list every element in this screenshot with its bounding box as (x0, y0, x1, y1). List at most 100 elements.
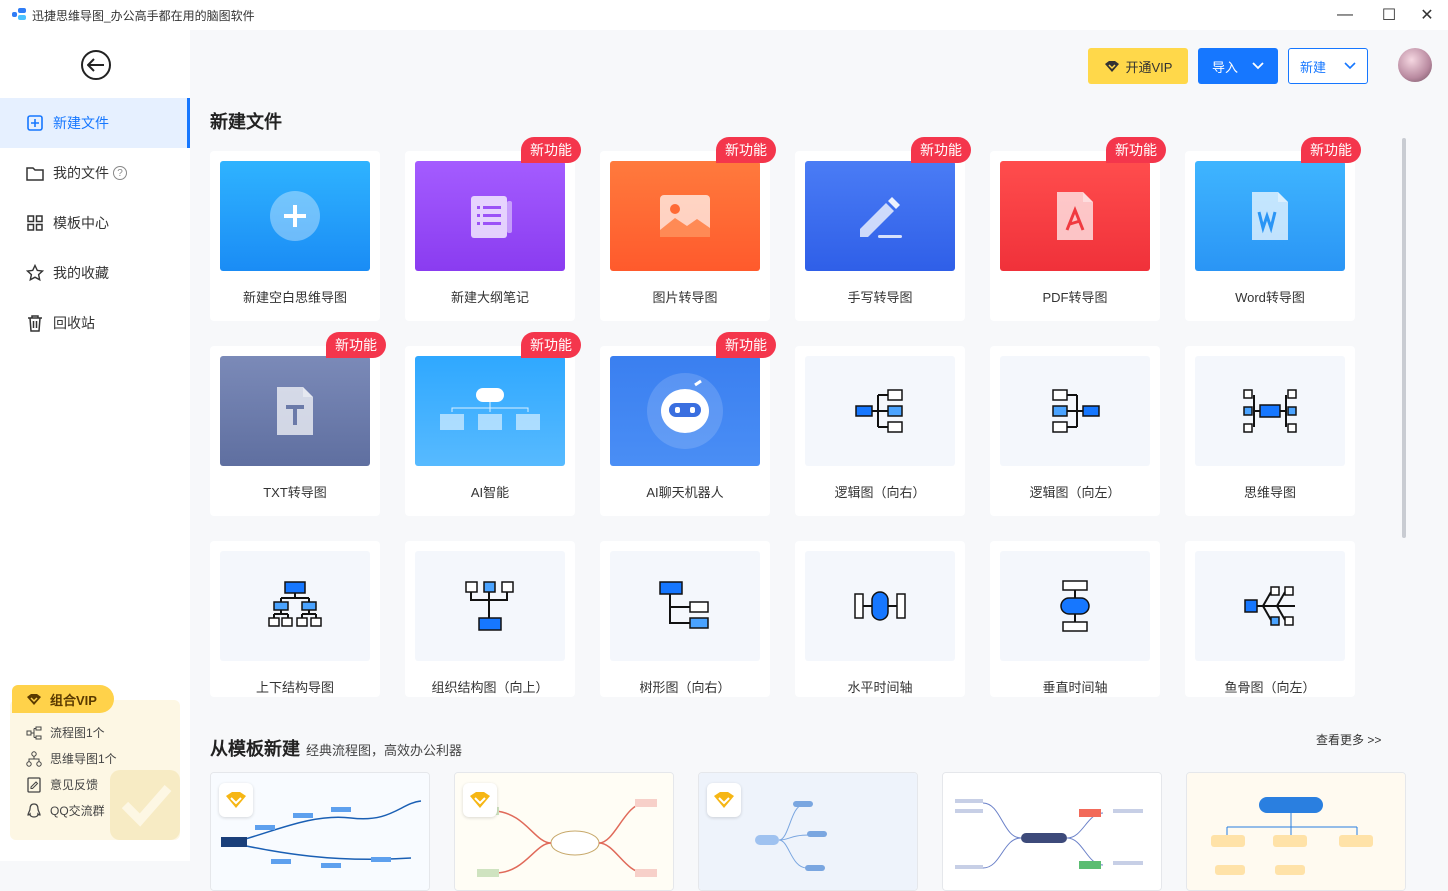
star-icon (26, 264, 44, 282)
template-title: 从模板新建 (210, 739, 300, 759)
org-chart-icon (465, 581, 514, 631)
view-more-link[interactable]: 查看更多 >> (1316, 731, 1381, 748)
template-card[interactable] (942, 772, 1162, 891)
card-label: 新建大纲笔记 (450, 290, 529, 305)
sidebar: 新建文件 我的文件 ? 模板中心 我的收藏 回收站 组合VIP 流程图1个 思维… (0, 30, 190, 861)
grid-icon (26, 214, 44, 232)
card-label: AI聊天机器人 (646, 485, 724, 500)
app-logo-icon (12, 8, 26, 22)
card-ai-smart[interactable]: 新功能 AI智能 (405, 332, 581, 516)
back-arrow-icon[interactable] (81, 50, 111, 80)
qq-icon (26, 802, 42, 819)
logic-left-icon (1052, 389, 1100, 433)
card-thumb (415, 551, 565, 661)
vip-row-label: 思维导图1个 (50, 752, 117, 766)
card-label: 鱼骨图（向左） (1224, 680, 1316, 695)
card-label: 逻辑图（向右） (834, 485, 926, 500)
vip-row-mindmap[interactable]: 思维导图1个 (26, 750, 117, 767)
card-fishbone-left[interactable]: 鱼骨图（向左） (1185, 541, 1355, 697)
card-thumb (610, 161, 760, 271)
help-icon[interactable]: ? (113, 166, 127, 180)
main-content: 开通VIP 导入 新建 新建文件 新建空白思维导图 新功能 新建大纲笔记 新功能… (190, 30, 1448, 891)
vip-diamond-icon (27, 693, 41, 705)
template-preview (943, 773, 1161, 890)
vip-row-label: 流程图1个 (50, 726, 105, 740)
sidebar-item-my-files[interactable]: 我的文件 ? (0, 148, 190, 198)
card-thumb (220, 551, 370, 661)
new-feature-badge: 新功能 (1106, 137, 1166, 163)
card-label: 手写转导图 (847, 290, 913, 305)
open-vip-button[interactable]: 开通VIP (1088, 48, 1188, 84)
card-thumb (610, 551, 760, 661)
minimize-button[interactable]: — (1322, 0, 1368, 30)
template-card[interactable] (1186, 772, 1406, 891)
card-handwriting-to-map[interactable]: 新功能 手写转导图 (795, 137, 971, 321)
card-org-chart-up[interactable]: 组织结构图（向上） (405, 541, 575, 697)
card-logic-right[interactable]: 逻辑图（向右） (795, 346, 965, 516)
card-thumb (805, 356, 955, 466)
card-label: 树形图（向右） (639, 680, 731, 695)
sidebar-item-new-file[interactable]: 新建文件 (0, 98, 190, 148)
vip-row-feedback[interactable]: 意见反馈 (26, 776, 98, 793)
tree-right-icon (659, 581, 709, 629)
template-card[interactable] (698, 772, 918, 891)
sidebar-item-templates[interactable]: 模板中心 (0, 198, 190, 248)
card-thumb (415, 161, 565, 271)
card-mindmap[interactable]: 思维导图 (1185, 346, 1355, 516)
plus-icon (270, 191, 320, 241)
card-thumb (805, 161, 955, 271)
card-logic-left[interactable]: 逻辑图（向左） (990, 346, 1160, 516)
card-word-to-map[interactable]: 新功能 Word转导图 (1185, 137, 1361, 321)
card-thumb (220, 356, 370, 466)
new-feature-badge: 新功能 (326, 332, 386, 358)
card-top-down[interactable]: 上下结构导图 (210, 541, 380, 697)
avatar[interactable] (1398, 48, 1432, 82)
card-new-blank-mindmap[interactable]: 新建空白思维导图 (210, 151, 380, 321)
card-thumb (1000, 161, 1150, 271)
card-thumb (415, 356, 565, 466)
vip-row-qq[interactable]: QQ交流群 (26, 802, 105, 819)
card-vertical-timeline[interactable]: 垂直时间轴 (990, 541, 1160, 697)
template-card[interactable] (210, 772, 430, 891)
vip-badge[interactable]: 组合VIP (12, 685, 114, 713)
template-section-title: 从模板新建 经典流程图，高效办公利器 (210, 735, 462, 761)
card-thumb (1195, 356, 1345, 466)
feedback-icon (26, 776, 42, 793)
chevron-down-icon (1252, 62, 1264, 70)
sidebar-item-trash[interactable]: 回收站 (0, 298, 190, 348)
word-icon (1252, 192, 1288, 240)
card-outline-note[interactable]: 新功能 新建大纲笔记 (405, 137, 581, 321)
card-label: 思维导图 (1243, 485, 1296, 500)
template-subtitle: 经典流程图，高效办公利器 (306, 743, 463, 758)
window-title: 迅捷思维导图_办公高手都在用的脑图软件 (32, 8, 255, 23)
card-ai-chatbot[interactable]: 新功能 AI聊天机器人 (600, 332, 776, 516)
template-card[interactable] (454, 772, 674, 891)
close-button[interactable]: ✕ (1404, 0, 1448, 30)
horizontal-timeline-icon (854, 591, 906, 621)
sidebar-item-label: 回收站 (53, 315, 95, 331)
new-label: 新建 (1299, 59, 1326, 75)
txt-icon (277, 387, 313, 435)
sidebar-item-favorites[interactable]: 我的收藏 (0, 248, 190, 298)
vip-row-flowchart[interactable]: 流程图1个 (26, 724, 105, 741)
card-thumb (220, 161, 370, 271)
card-horizontal-timeline[interactable]: 水平时间轴 (795, 541, 965, 697)
import-button[interactable]: 导入 (1198, 48, 1278, 84)
card-pdf-to-map[interactable]: 新功能 PDF转导图 (990, 137, 1166, 321)
new-feature-badge: 新功能 (716, 137, 776, 163)
card-txt-to-map[interactable]: 新功能 TXT转导图 (210, 332, 386, 516)
card-thumb (1000, 356, 1150, 466)
new-button[interactable]: 新建 (1288, 48, 1368, 84)
import-label: 导入 (1211, 59, 1238, 75)
ai-structure-icon (440, 388, 540, 430)
card-image-to-map[interactable]: 新功能 图片转导图 (600, 137, 776, 321)
card-tree-right[interactable]: 树形图（向右） (600, 541, 770, 697)
scrollbar[interactable] (1402, 138, 1406, 538)
card-label: 图片转导图 (652, 290, 718, 305)
title-bar: 迅捷思维导图_办公高手都在用的脑图软件 — ☐ ✕ (0, 0, 1448, 30)
sidebar-item-label: 我的文件 (53, 165, 109, 181)
pdf-icon (1057, 192, 1093, 240)
new-file-title: 新建文件 (210, 112, 282, 132)
new-feature-badge: 新功能 (521, 137, 581, 163)
logic-right-icon (855, 389, 903, 433)
